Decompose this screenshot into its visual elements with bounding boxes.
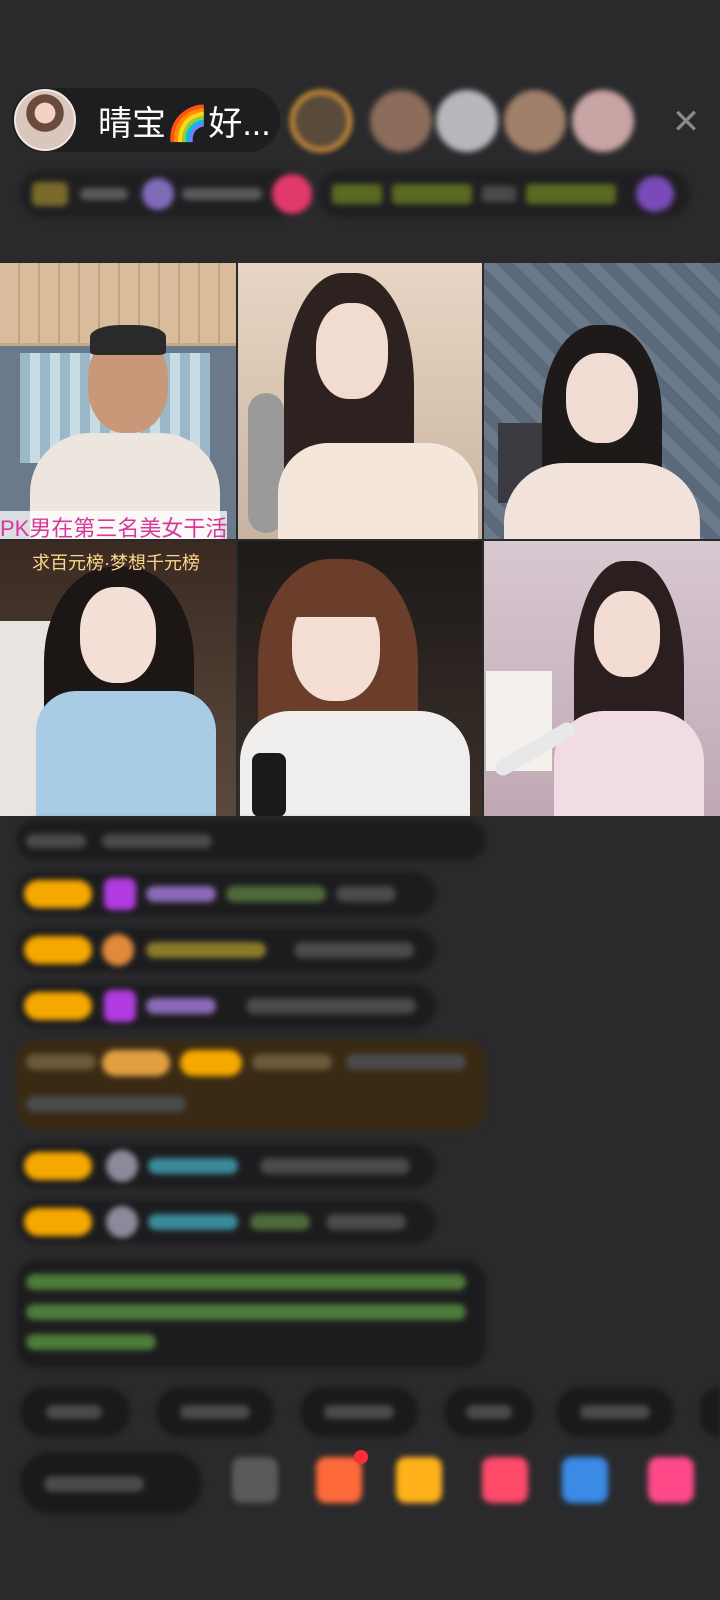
more-icon[interactable] [648,1457,694,1503]
host-avatar[interactable] [14,89,76,151]
gem-icon [104,990,136,1022]
top-viewer-avatar-4[interactable] [504,90,566,152]
host-name: 晴宝🌈好... [98,104,271,143]
quick-reply-1[interactable] [20,1387,130,1437]
video-grid: PK男在第三名美女干活 求百元榜·梦想千元榜 [0,263,720,816]
video-tile-5[interactable] [238,541,482,816]
chat-message-2[interactable] [16,872,436,916]
host-info-pill[interactable]: 晴宝🌈好... [12,88,280,152]
top-viewer-avatar-3[interactable] [436,90,498,152]
chat-message-7[interactable] [16,1200,436,1244]
tile-4-caption: 求百元榜·梦想千元榜 [32,553,200,573]
wishlist-icon[interactable] [396,1457,442,1503]
video-tile-3[interactable] [484,263,720,539]
chat-message-1[interactable] [16,820,486,860]
gift-icon[interactable] [316,1457,362,1503]
chat-message-4[interactable] [16,984,436,1028]
quick-reply-5[interactable] [556,1387,674,1437]
video-tile-6[interactable] [484,541,720,816]
quick-reply-3[interactable] [300,1387,418,1437]
chat-message-6[interactable] [16,1144,436,1188]
top-viewer-avatar-2[interactable] [370,90,432,152]
activity-banner[interactable] [318,170,690,218]
video-tile-1[interactable]: PK男在第三名美女干活 [0,263,236,539]
tile-1-caption: PK男在第三名美女干活 [0,511,228,539]
video-tile-2[interactable] [238,263,482,539]
top-viewer-avatar-5[interactable] [572,90,634,152]
share-icon[interactable] [562,1457,608,1503]
close-icon[interactable]: ✕ [668,104,704,140]
fan-club-icon[interactable] [482,1457,528,1503]
chat-input[interactable] [20,1452,202,1514]
rank-badge-row[interactable] [20,170,312,218]
chat-message-3[interactable] [16,928,436,972]
video-tile-4[interactable]: 求百元榜·梦想千元榜 [0,541,236,816]
system-notice [16,1260,486,1368]
quick-reply-6[interactable] [700,1387,720,1437]
top-viewer-avatar-1[interactable] [290,90,352,152]
chat-message-5[interactable] [16,1040,486,1130]
emoji-icon[interactable] [232,1457,278,1503]
quick-reply-2[interactable] [156,1387,274,1437]
quick-reply-4[interactable] [444,1387,534,1437]
gem-icon [104,878,136,910]
notification-dot [354,1450,368,1464]
